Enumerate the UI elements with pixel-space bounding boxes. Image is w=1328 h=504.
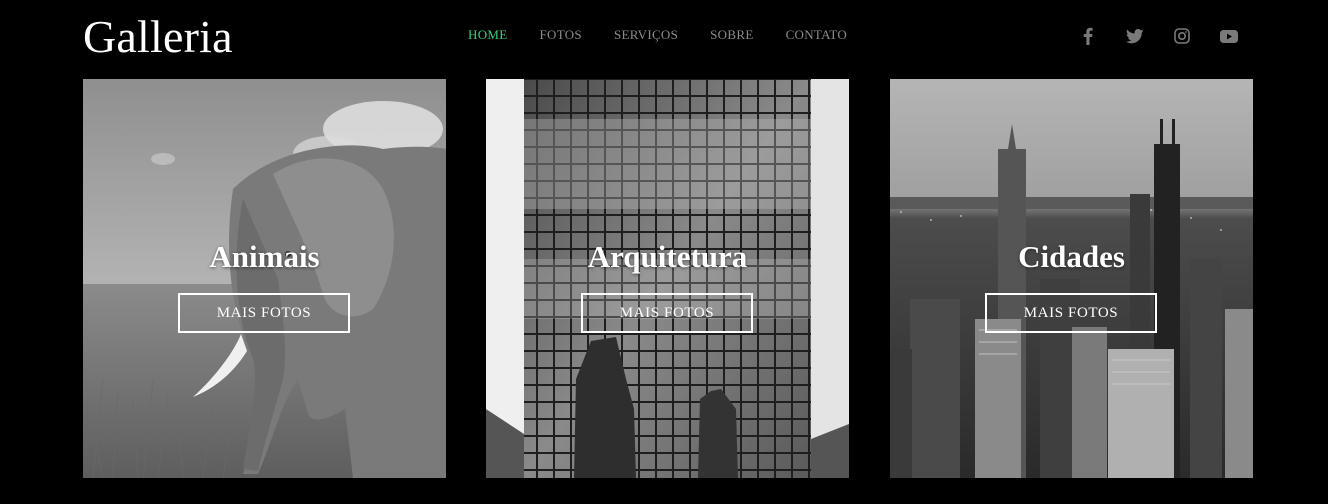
city-skyline-photo	[890, 79, 1253, 478]
gallery-card-arquitetura[interactable]: Arquitetura MAIS FOTOS	[486, 79, 849, 478]
nav-item-contato[interactable]: CONTATO	[786, 27, 848, 43]
twitter-icon[interactable]	[1125, 26, 1145, 46]
site-logo[interactable]: Galleria	[83, 10, 233, 63]
card-title: Arquitetura	[587, 239, 748, 274]
mais-fotos-button[interactable]: MAIS FOTOS	[985, 293, 1157, 333]
nav-item-sobre[interactable]: SOBRE	[710, 27, 753, 43]
mais-fotos-button[interactable]: MAIS FOTOS	[581, 293, 753, 333]
gallery-grid: Animais MAIS FOTOS Arquitetura MAIS FOTO…	[83, 79, 1253, 478]
elephant-photo	[83, 79, 446, 478]
facebook-icon[interactable]	[1078, 26, 1098, 46]
social-links	[1078, 26, 1266, 46]
card-title: Animais	[209, 239, 320, 274]
instagram-icon[interactable]	[1172, 26, 1192, 46]
gallery-card-animais[interactable]: Animais MAIS FOTOS	[83, 79, 446, 478]
gallery-card-cidades[interactable]: Cidades MAIS FOTOS	[890, 79, 1253, 478]
card-title: Cidades	[1018, 239, 1125, 274]
main-nav: HOME FOTOS SERVIÇOS SOBRE CONTATO	[468, 27, 879, 43]
glass-skyscraper-photo	[486, 79, 849, 478]
nav-item-home[interactable]: HOME	[468, 27, 507, 43]
nav-item-servicos[interactable]: SERVIÇOS	[614, 27, 678, 43]
nav-item-fotos[interactable]: FOTOS	[539, 27, 581, 43]
site-header: Galleria HOME FOTOS SERVIÇOS SOBRE CONTA…	[0, 0, 1328, 78]
youtube-icon[interactable]	[1219, 26, 1239, 46]
mais-fotos-button[interactable]: MAIS FOTOS	[178, 293, 350, 333]
